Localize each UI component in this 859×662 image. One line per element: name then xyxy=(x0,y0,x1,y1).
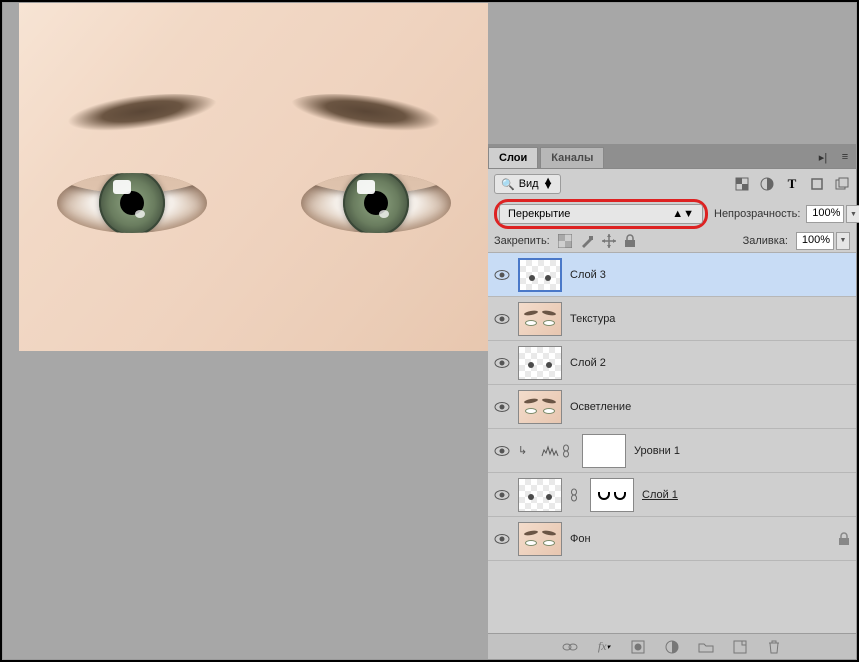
lock-label: Закрепить: xyxy=(494,235,550,247)
opacity-label: Непрозрачность: xyxy=(714,208,800,220)
layers-list: Слой 3 Текстура Слой 2 Осветление ↳ xyxy=(488,253,856,561)
layer-row[interactable]: Текстура xyxy=(488,297,856,341)
layer-row[interactable]: Слой 1 xyxy=(488,473,856,517)
layer-thumbnail[interactable] xyxy=(518,302,562,336)
layer-thumbnail[interactable] xyxy=(518,478,562,512)
lock-transparent-icon[interactable] xyxy=(558,234,572,248)
layer-row[interactable]: Фон xyxy=(488,517,856,561)
layer-name[interactable]: Уровни 1 xyxy=(634,445,680,457)
layer-name[interactable]: Слой 1 xyxy=(642,489,678,501)
blend-mode-select[interactable]: Перекрытие ▲▼ xyxy=(499,204,703,224)
layer-row[interactable]: Осветление xyxy=(488,385,856,429)
layer-thumbnail[interactable] xyxy=(518,258,562,292)
visibility-toggle[interactable] xyxy=(494,311,510,327)
search-icon: 🔍 xyxy=(501,178,515,191)
blend-mode-highlight: Перекрытие ▲▼ xyxy=(494,199,708,229)
lock-pixels-icon[interactable] xyxy=(580,234,594,248)
layer-name[interactable]: Слой 3 xyxy=(570,269,606,281)
lock-icon xyxy=(838,532,850,546)
link-icon xyxy=(562,444,574,458)
layer-mask-thumbnail[interactable] xyxy=(590,478,634,512)
filter-type-icon[interactable]: T xyxy=(784,176,800,192)
layer-row[interactable]: Слой 2 xyxy=(488,341,856,385)
fx-icon[interactable]: fx▾ xyxy=(596,639,612,655)
layer-thumbnail[interactable] xyxy=(518,522,562,556)
image-content xyxy=(57,173,207,233)
visibility-toggle[interactable] xyxy=(494,399,510,415)
panel-menu-icon[interactable]: ≡ xyxy=(834,146,856,168)
tab-channels[interactable]: Каналы xyxy=(540,147,604,168)
layer-name[interactable]: Фон xyxy=(570,533,591,545)
collapse-icon[interactable]: ▸| xyxy=(812,146,834,168)
lock-all-icon[interactable] xyxy=(624,234,638,248)
filter-type-label: Вид xyxy=(519,178,539,190)
panel-tabs: Слои Каналы ▸| ≡ xyxy=(488,144,856,168)
visibility-toggle[interactable] xyxy=(494,267,510,283)
clip-indicator-icon: ↳ xyxy=(518,444,532,457)
filter-type-select[interactable]: 🔍 Вид ▲▼ xyxy=(494,174,561,194)
filter-smart-icon[interactable] xyxy=(834,176,850,192)
layer-thumbnail[interactable] xyxy=(518,346,562,380)
layers-panel: Слои Каналы ▸| ≡ 🔍 Вид ▲▼ T Перекрыти xyxy=(488,3,856,659)
link-icon xyxy=(570,488,582,502)
link-layers-icon[interactable] xyxy=(562,639,578,655)
adjustment-icon[interactable] xyxy=(664,639,680,655)
layers-footer: fx▾ xyxy=(488,633,856,659)
fill-dropdown[interactable]: ▼ xyxy=(836,232,850,250)
fill-input[interactable]: 100% xyxy=(796,232,834,250)
layer-name[interactable]: Текстура xyxy=(570,313,615,325)
filter-adjust-icon[interactable] xyxy=(759,176,775,192)
layer-name[interactable]: Слой 2 xyxy=(570,357,606,369)
fill-label: Заливка: xyxy=(743,235,788,247)
group-icon[interactable] xyxy=(698,639,714,655)
document-canvas[interactable] xyxy=(19,3,489,351)
visibility-toggle[interactable] xyxy=(494,355,510,371)
layer-mask-thumbnail[interactable] xyxy=(582,434,626,468)
filter-pixel-icon[interactable] xyxy=(734,176,750,192)
opacity-input[interactable]: 100% xyxy=(806,205,844,223)
levels-icon xyxy=(540,444,554,458)
filter-shape-icon[interactable] xyxy=(809,176,825,192)
canvas-area[interactable] xyxy=(3,3,490,659)
new-layer-icon[interactable] xyxy=(732,639,748,655)
visibility-toggle[interactable] xyxy=(494,443,510,459)
tab-layers[interactable]: Слои xyxy=(488,147,538,168)
image-content xyxy=(287,85,481,151)
lock-position-icon[interactable] xyxy=(602,234,616,248)
layer-row[interactable]: Слой 3 xyxy=(488,253,856,297)
visibility-toggle[interactable] xyxy=(494,531,510,547)
image-content xyxy=(301,173,451,233)
visibility-toggle[interactable] xyxy=(494,487,510,503)
opacity-dropdown[interactable]: ▼ xyxy=(846,205,859,223)
blend-mode-value: Перекрытие xyxy=(508,208,570,220)
layer-name[interactable]: Осветление xyxy=(570,401,631,413)
mask-icon[interactable] xyxy=(630,639,646,655)
image-content xyxy=(27,85,221,151)
chevron-updown-icon: ▲▼ xyxy=(672,208,694,220)
layer-row[interactable]: ↳ Уровни 1 xyxy=(488,429,856,473)
chevron-updown-icon: ▲▼ xyxy=(543,179,554,189)
layer-thumbnail[interactable] xyxy=(518,390,562,424)
trash-icon[interactable] xyxy=(766,639,782,655)
